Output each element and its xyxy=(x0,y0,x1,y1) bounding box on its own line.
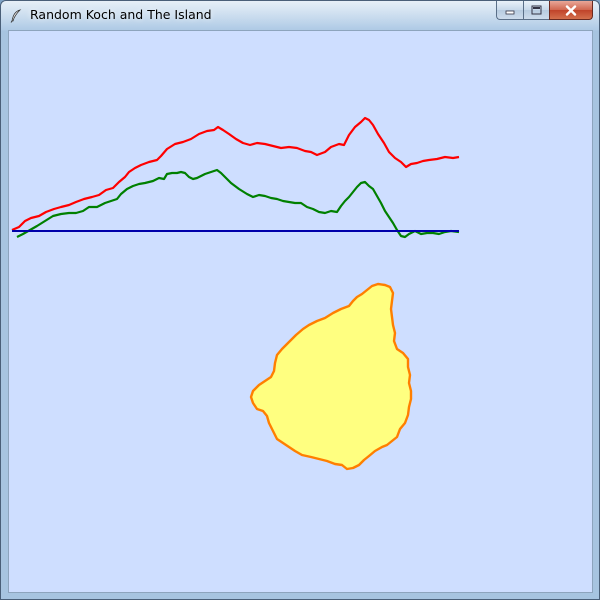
minimize-button[interactable] xyxy=(496,1,523,20)
app-window: Random Koch and The Island xyxy=(0,0,600,600)
drawing-area xyxy=(8,30,593,593)
close-icon xyxy=(565,4,577,16)
feather-icon[interactable] xyxy=(9,8,23,23)
green-koch-curve xyxy=(16,168,460,239)
island-shape xyxy=(249,282,413,471)
maximize-icon xyxy=(531,5,542,15)
window-title: Random Koch and The Island xyxy=(30,7,212,22)
window-controls xyxy=(496,1,593,21)
maximize-button[interactable] xyxy=(523,1,549,20)
title-bar[interactable]: Random Koch and The Island xyxy=(1,1,599,29)
minimize-icon xyxy=(505,10,514,15)
close-button[interactable] xyxy=(549,1,593,20)
fractal-canvas[interactable] xyxy=(9,31,592,592)
